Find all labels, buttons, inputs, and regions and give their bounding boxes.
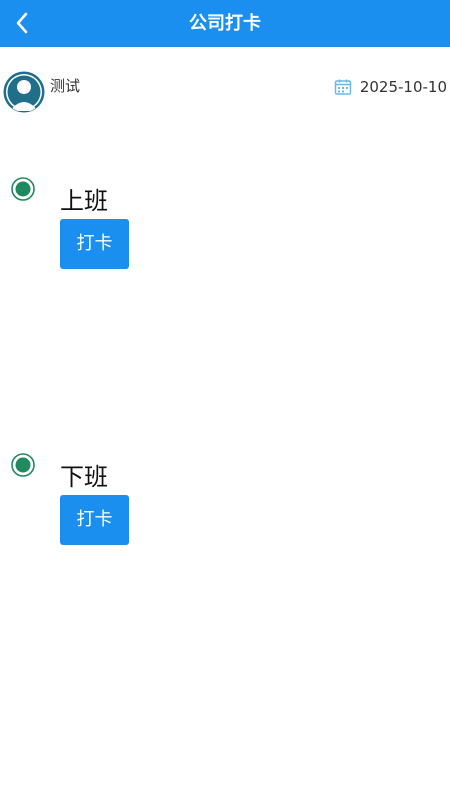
- user-avatar-icon: [3, 71, 45, 113]
- punch-in-label: 上班: [60, 187, 108, 215]
- punch-in-button[interactable]: 打卡: [60, 219, 129, 269]
- calendar-icon: [334, 79, 352, 95]
- user-name: 测试: [50, 77, 81, 95]
- date-text: 2025-10-10: [359, 78, 447, 96]
- punch-out-button[interactable]: 打卡: [60, 495, 129, 545]
- page-title: 公司打卡: [189, 13, 261, 34]
- chevron-left-icon: [16, 12, 28, 34]
- status-dot-icon: [11, 453, 35, 477]
- back-button[interactable]: [10, 9, 38, 37]
- status-dot-icon: [11, 177, 35, 201]
- avatar: [3, 71, 45, 113]
- date-display: 2025-10-10: [334, 77, 447, 97]
- app-header: 公司打卡: [0, 0, 450, 47]
- punch-page: 公司打卡 测试 2025-10-10 上班 打卡 下班 打卡: [0, 0, 450, 800]
- punch-out-label: 下班: [60, 463, 108, 491]
